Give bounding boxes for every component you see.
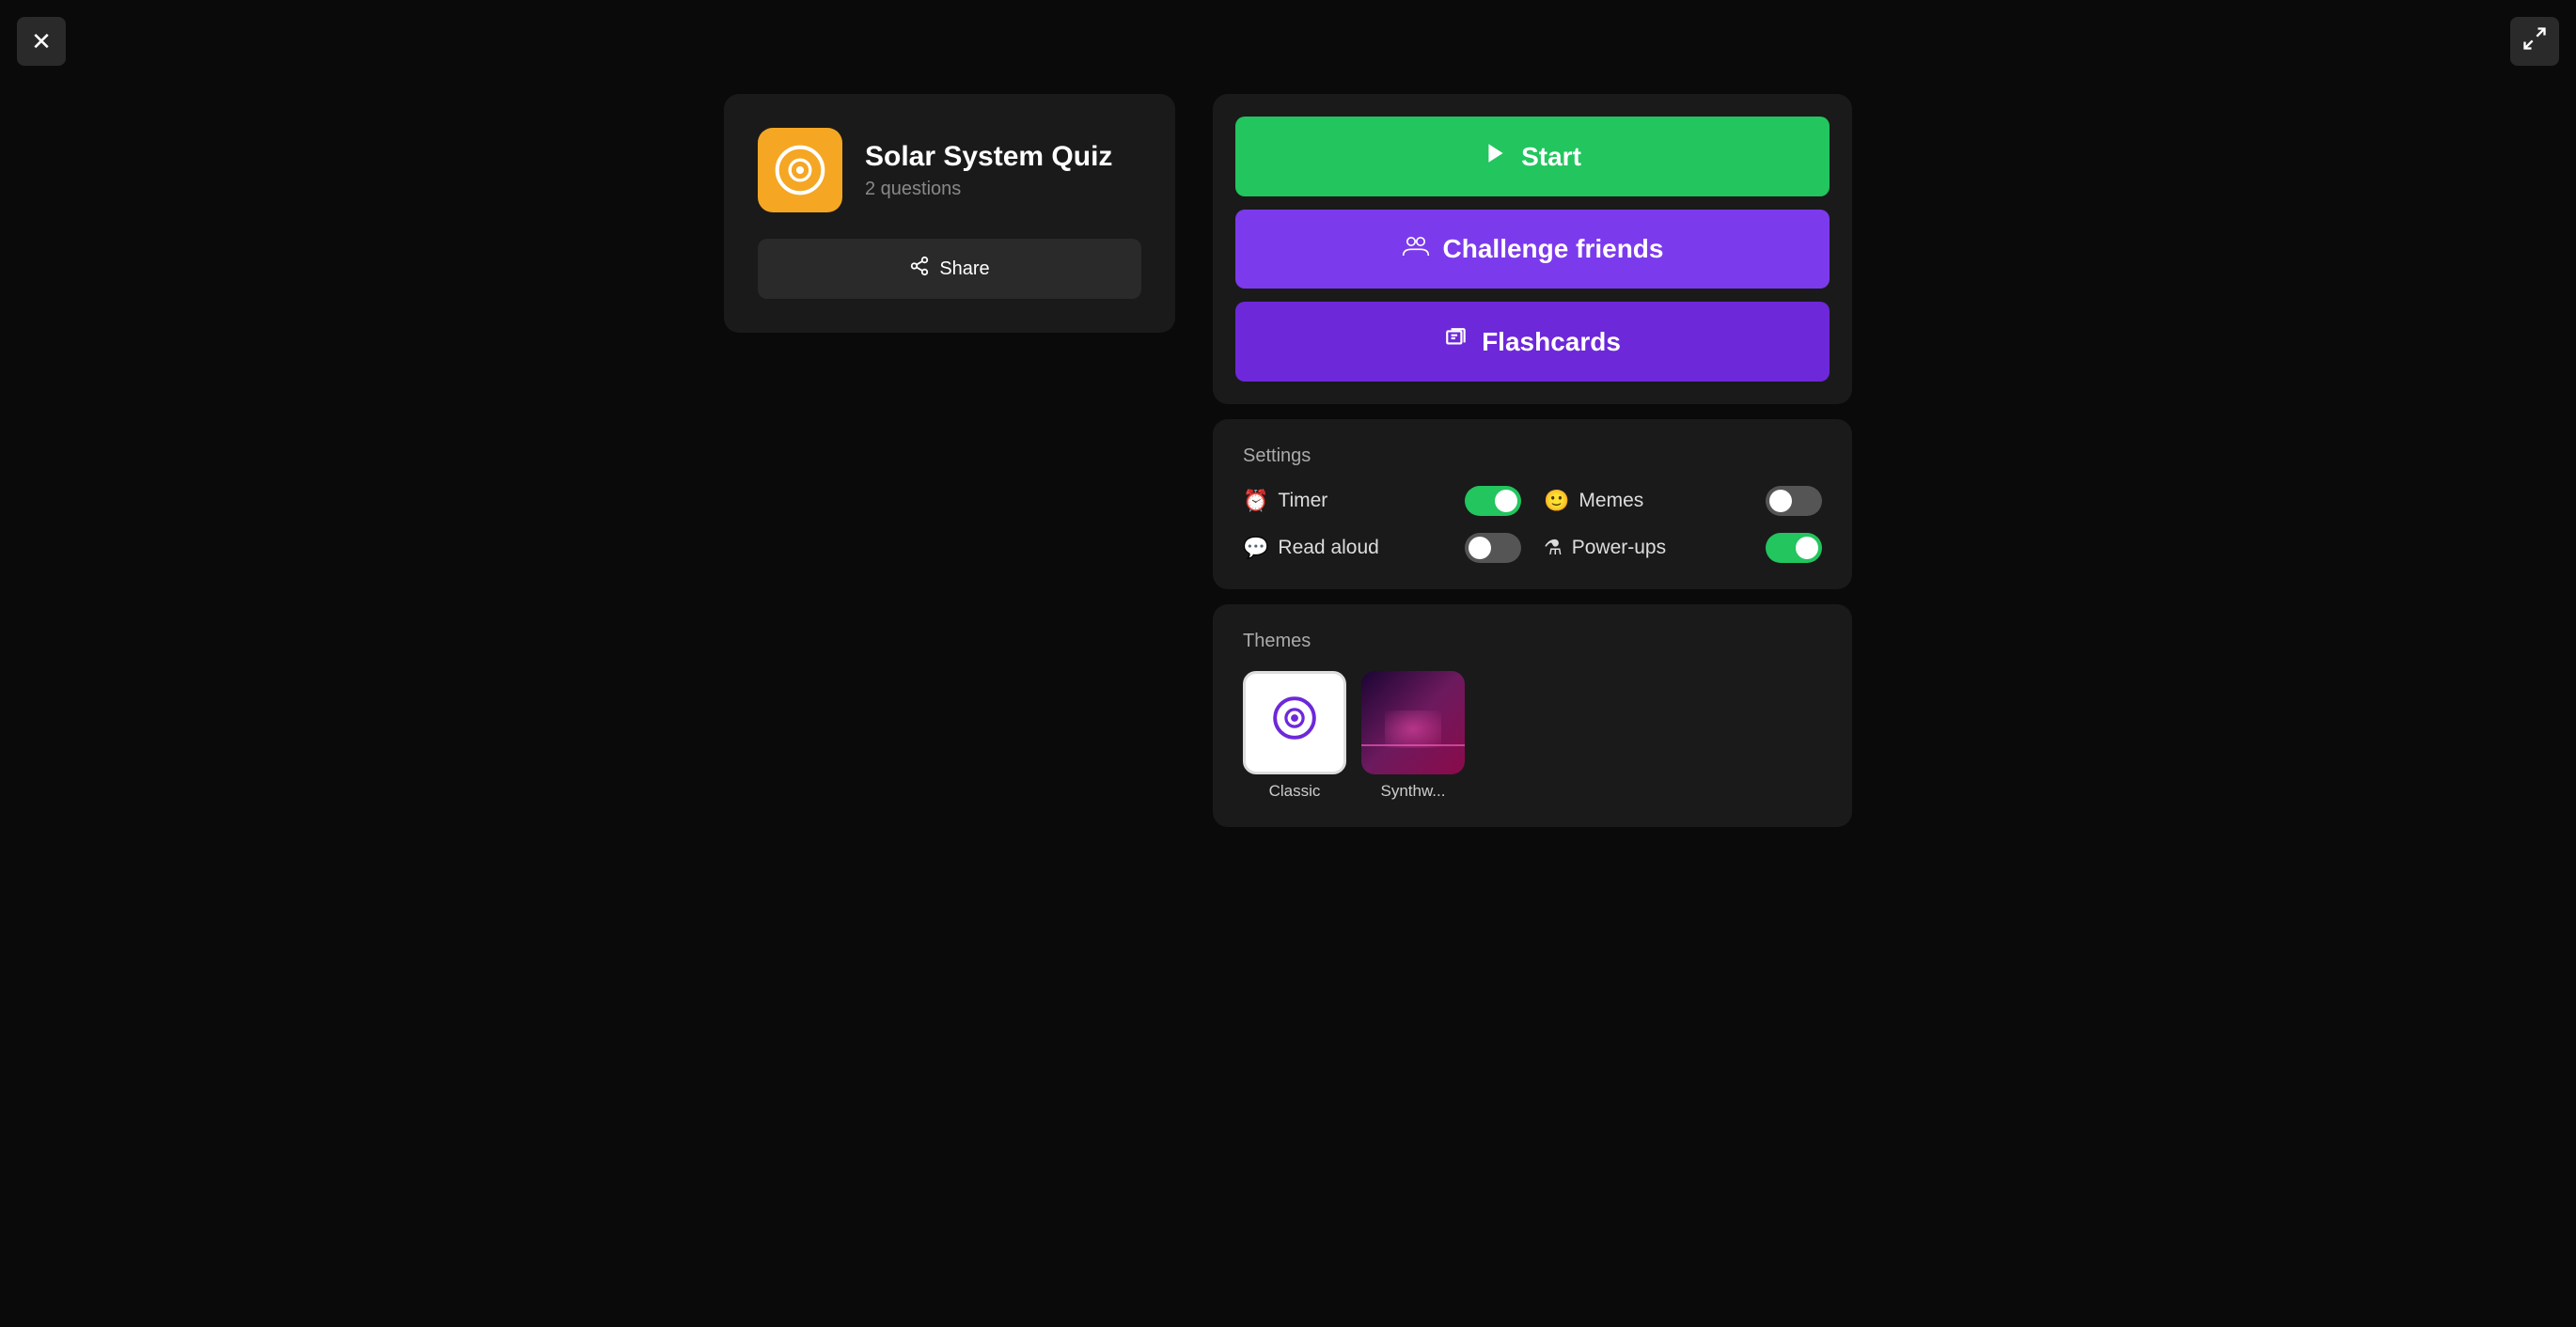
power-ups-label: ⚗ Power-ups <box>1544 536 1666 560</box>
read-aloud-icon: 💬 <box>1243 536 1268 560</box>
close-icon: ✕ <box>31 27 52 56</box>
read-aloud-label: 💬 Read aloud <box>1243 536 1379 560</box>
main-content: Solar System Quiz 2 questions Share <box>724 94 1852 827</box>
memes-text: Memes <box>1579 490 1643 512</box>
themes-title: Themes <box>1243 631 1822 652</box>
timer-icon: ⏰ <box>1243 489 1268 513</box>
theme-classic-label: Classic <box>1269 782 1321 801</box>
settings-title: Settings <box>1243 445 1822 467</box>
quiz-card: Solar System Quiz 2 questions Share <box>724 94 1175 333</box>
read-aloud-toggle[interactable] <box>1465 533 1521 563</box>
start-icon <box>1484 141 1508 172</box>
theme-synthwave-label: Synthw... <box>1381 782 1446 801</box>
power-ups-toggle-knob <box>1796 537 1818 559</box>
flashcards-icon <box>1444 326 1469 357</box>
quiz-header: Solar System Quiz 2 questions <box>758 128 1141 212</box>
setting-row-power-ups: ⚗ Power-ups <box>1544 533 1822 563</box>
timer-label: ⏰ Timer <box>1243 489 1327 513</box>
quiz-info: Solar System Quiz 2 questions <box>865 141 1112 200</box>
read-aloud-text: Read aloud <box>1278 537 1378 559</box>
theme-classic-thumbnail <box>1243 671 1346 774</box>
flashcards-label: Flashcards <box>1482 327 1621 357</box>
quiz-subtitle: 2 questions <box>865 179 1112 200</box>
share-label: Share <box>939 258 989 280</box>
setting-row-timer: ⏰ Timer <box>1243 486 1521 516</box>
power-ups-toggle[interactable] <box>1766 533 1822 563</box>
start-label: Start <box>1521 142 1581 172</box>
action-buttons-panel: Start Challenge friends <box>1213 94 1852 404</box>
challenge-icon <box>1402 234 1430 264</box>
memes-toggle-knob <box>1769 490 1792 512</box>
fullscreen-icon <box>2521 25 2548 57</box>
setting-row-read-aloud: 💬 Read aloud <box>1243 533 1521 563</box>
share-icon <box>909 256 930 282</box>
memes-toggle[interactable] <box>1766 486 1822 516</box>
theme-classic-icon <box>1270 694 1319 753</box>
synthwave-glow <box>1385 710 1441 748</box>
timer-toggle-knob <box>1495 490 1517 512</box>
settings-grid: ⏰ Timer 🙂 Memes <box>1243 486 1822 563</box>
theme-classic[interactable]: Classic <box>1243 671 1346 801</box>
challenge-label: Challenge friends <box>1443 234 1664 264</box>
themes-panel: Themes Classic <box>1213 604 1852 827</box>
challenge-friends-button[interactable]: Challenge friends <box>1235 210 1830 289</box>
timer-toggle[interactable] <box>1465 486 1521 516</box>
share-button[interactable]: Share <box>758 239 1141 299</box>
settings-panel: Settings ⏰ Timer 🙂 Memes <box>1213 419 1852 589</box>
memes-icon: 🙂 <box>1544 489 1569 513</box>
quiz-icon <box>758 128 842 212</box>
close-button[interactable]: ✕ <box>17 17 66 66</box>
themes-grid: Classic Synthw... <box>1243 671 1822 801</box>
flashcards-button[interactable]: Flashcards <box>1235 302 1830 382</box>
start-button[interactable]: Start <box>1235 117 1830 196</box>
timer-text: Timer <box>1278 490 1327 512</box>
theme-synthwave-thumbnail <box>1361 671 1465 774</box>
setting-row-memes: 🙂 Memes <box>1544 486 1822 516</box>
theme-synthwave[interactable]: Synthw... <box>1361 671 1465 801</box>
power-ups-icon: ⚗ <box>1544 536 1563 560</box>
memes-label: 🙂 Memes <box>1544 489 1643 513</box>
right-panel: Start Challenge friends <box>1213 94 1852 827</box>
fullscreen-button[interactable] <box>2510 17 2559 66</box>
quiz-title: Solar System Quiz <box>865 141 1112 173</box>
synthwave-line <box>1361 744 1465 746</box>
power-ups-text: Power-ups <box>1572 537 1666 559</box>
read-aloud-toggle-knob <box>1469 537 1491 559</box>
